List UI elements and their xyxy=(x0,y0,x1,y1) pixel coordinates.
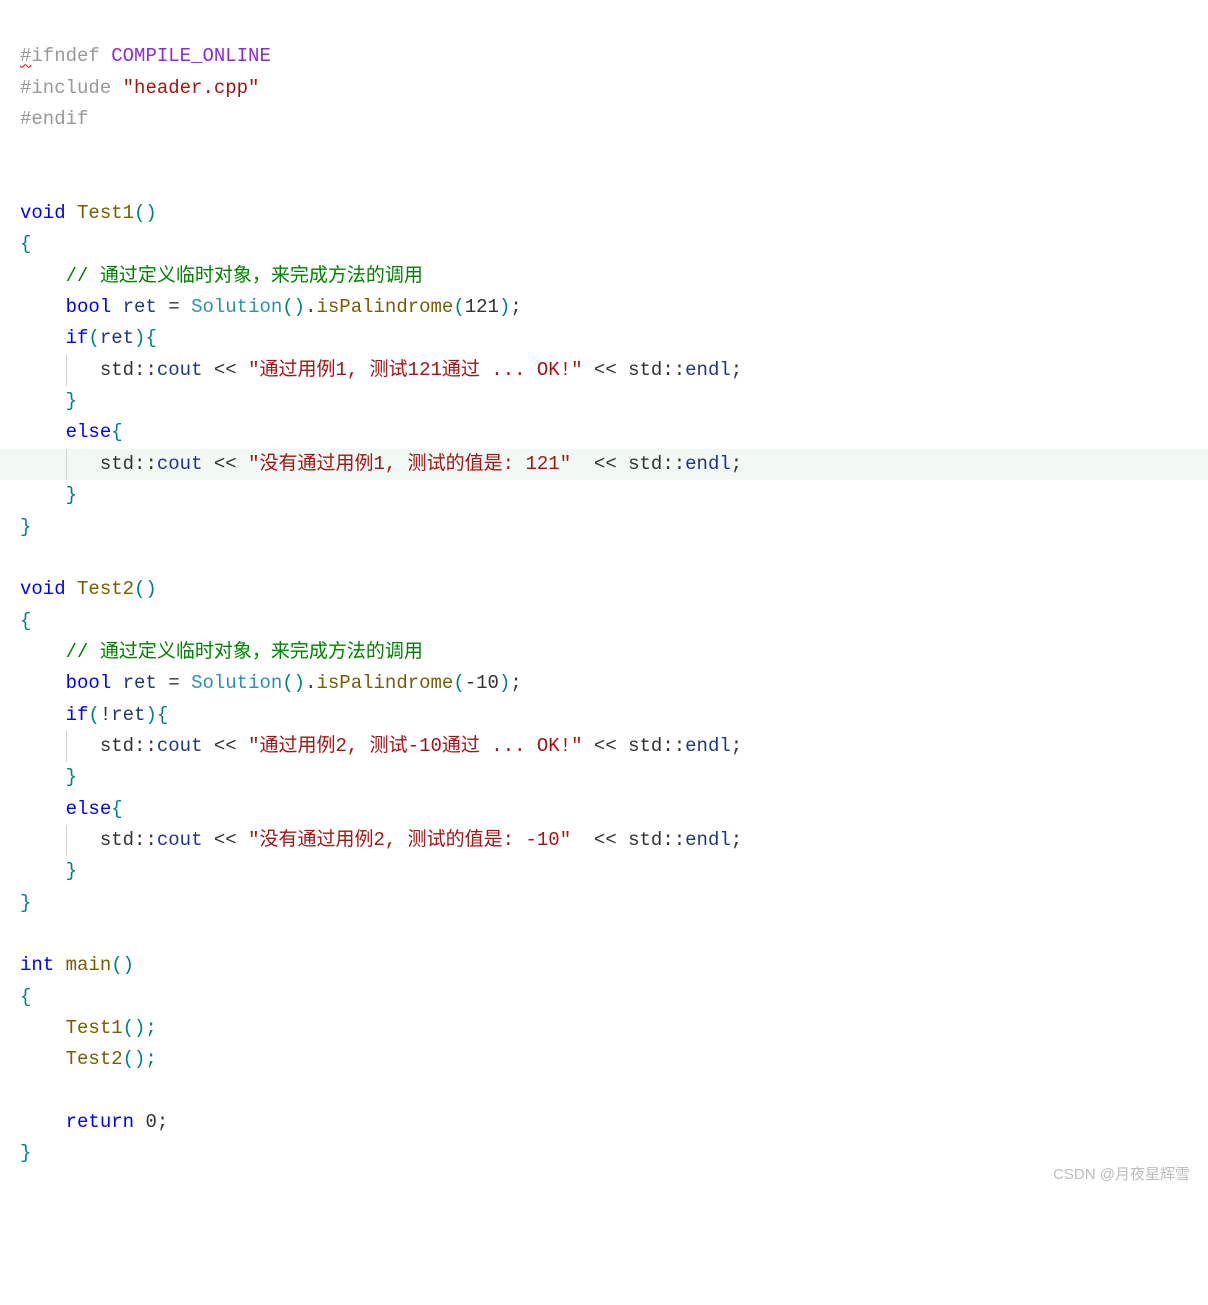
ns-std: std xyxy=(100,735,134,757)
brace-close: } xyxy=(66,390,77,412)
cout: cout xyxy=(157,829,203,851)
brace-close: } xyxy=(66,766,77,788)
cout: cout xyxy=(157,735,203,757)
watermark: CSDN @月夜星辉雪 xyxy=(1053,1163,1190,1188)
preproc-kw: include xyxy=(31,77,111,99)
brace-open: { xyxy=(20,610,31,632)
ns-std: std xyxy=(100,829,134,851)
brace-open: { xyxy=(20,233,31,255)
ns-std: std xyxy=(100,359,134,381)
call-test1: Test1 xyxy=(66,1017,123,1039)
method-name: isPalindrome xyxy=(317,296,454,318)
kw-if: if xyxy=(66,704,89,726)
op-stream: << xyxy=(571,829,628,851)
parens: () xyxy=(282,672,305,694)
brace-close: } xyxy=(20,892,31,914)
include-path: "header.cpp" xyxy=(123,77,260,99)
string-literal: "通过用例2, 测试-10通过 ... OK!" xyxy=(248,735,582,757)
op-stream: << xyxy=(202,359,248,381)
line: void Test1() xyxy=(20,202,157,224)
preproc-kw: ifndef xyxy=(31,45,99,67)
kw-if: if xyxy=(66,327,89,349)
string-literal: "没有通过用例1, 测试的值是: 121" xyxy=(248,453,571,475)
ns-std: std xyxy=(628,735,662,757)
brace-close: } xyxy=(66,860,77,882)
parens: () xyxy=(134,578,157,600)
line: #include "header.cpp" xyxy=(20,77,259,99)
ns-std: std xyxy=(628,359,662,381)
op-stream: << xyxy=(571,453,628,475)
ns-std: std xyxy=(628,829,662,851)
arg-num: -10 xyxy=(465,672,499,694)
kw-int: int xyxy=(20,954,54,976)
var-ret: ret xyxy=(100,327,134,349)
method-name: isPalindrome xyxy=(317,672,454,694)
parens-semi: (); xyxy=(123,1017,157,1039)
parens: () xyxy=(282,296,305,318)
class-solution: Solution xyxy=(191,296,282,318)
line: #ifndef COMPILE_ONLINE xyxy=(20,45,271,67)
macro-name: COMPILE_ONLINE xyxy=(111,45,271,67)
class-solution: Solution xyxy=(191,672,282,694)
op-stream: << xyxy=(583,359,629,381)
op-eq: = xyxy=(157,296,191,318)
op-dot: . xyxy=(305,672,316,694)
var-ret: ret xyxy=(123,672,157,694)
kw-return: return xyxy=(66,1111,134,1133)
highlighted-line: std::cout << "没有通过用例1, 测试的值是: 121" << st… xyxy=(0,449,1208,480)
cout: cout xyxy=(157,453,203,475)
kw-else: else xyxy=(66,798,112,820)
call-test2: Test2 xyxy=(66,1048,123,1070)
kw-bool: bool xyxy=(66,296,112,318)
func-name: Test1 xyxy=(77,202,134,224)
op-stream: << xyxy=(202,829,248,851)
comment: // 通过定义临时对象，来完成方法的调用 xyxy=(66,265,423,287)
op-eq: = xyxy=(157,672,191,694)
endl: endl xyxy=(685,453,731,475)
preproc-hash: # xyxy=(20,45,31,67)
brace-close: } xyxy=(20,1142,31,1164)
brace-close: } xyxy=(20,516,31,538)
line: int main() xyxy=(20,954,134,976)
op-stream: << xyxy=(583,735,629,757)
arg-num: 121 xyxy=(465,296,499,318)
func-name: Test2 xyxy=(77,578,134,600)
ns-std: std xyxy=(100,453,134,475)
preproc-kw: endif xyxy=(31,108,88,130)
endl: endl xyxy=(685,735,731,757)
var-ret: ret xyxy=(123,296,157,318)
brace-close: } xyxy=(66,484,77,506)
op-stream: << xyxy=(202,453,248,475)
op-stream: << xyxy=(202,735,248,757)
brace-open: { xyxy=(20,986,31,1008)
line: #endif xyxy=(20,108,88,130)
kw-bool: bool xyxy=(66,672,112,694)
comment: // 通过定义临时对象，来完成方法的调用 xyxy=(66,641,423,663)
kw-else: else xyxy=(66,421,112,443)
func-main: main xyxy=(66,954,112,976)
preproc-hash: # xyxy=(20,108,31,130)
op-not: ! xyxy=(100,704,111,726)
code-block: #ifndef COMPILE_ONLINE #include "header.… xyxy=(0,0,1208,1200)
kw-void: void xyxy=(20,578,66,600)
line: void Test2() xyxy=(20,578,157,600)
string-literal: "没有通过用例2, 测试的值是: -10" xyxy=(248,829,571,851)
op-dot: . xyxy=(305,296,316,318)
parens-semi: (); xyxy=(123,1048,157,1070)
ns-std: std xyxy=(628,453,662,475)
kw-void: void xyxy=(20,202,66,224)
parens: () xyxy=(111,954,134,976)
endl: endl xyxy=(685,829,731,851)
num-zero: 0 xyxy=(145,1111,156,1133)
preproc-hash: # xyxy=(20,77,31,99)
var-ret: ret xyxy=(111,704,145,726)
cout: cout xyxy=(157,359,203,381)
string-literal: "通过用例1, 测试121通过 ... OK!" xyxy=(248,359,582,381)
endl: endl xyxy=(685,359,731,381)
parens: () xyxy=(134,202,157,224)
